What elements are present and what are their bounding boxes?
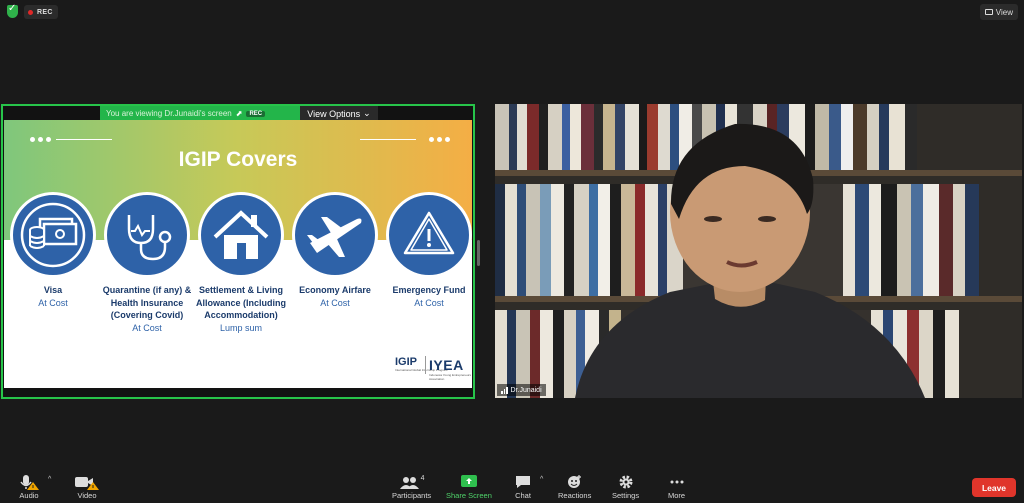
participant-video[interactable]: Dr.Junaidi bbox=[495, 104, 1022, 398]
slide-title: IGIP Covers bbox=[178, 148, 298, 171]
coverage-subtitle: At Cost bbox=[132, 322, 162, 333]
audio-label: Audio bbox=[19, 491, 39, 500]
more-button[interactable]: More bbox=[668, 473, 685, 500]
coverage-title: Emergency Fund bbox=[392, 285, 466, 295]
participant-name-tag: Dr.Junaidi bbox=[497, 384, 546, 396]
record-dot-icon bbox=[28, 9, 33, 15]
security-shield-icon[interactable] bbox=[7, 3, 18, 18]
decorative-dots-left bbox=[30, 137, 51, 142]
reactions-label: Reactions bbox=[558, 491, 592, 500]
participants-count: 4 bbox=[420, 474, 425, 482]
leave-button[interactable]: Leave bbox=[972, 478, 1016, 497]
house-icon bbox=[198, 192, 284, 278]
banner-rec-badge: REC bbox=[246, 110, 266, 117]
settings-button[interactable]: Settings bbox=[612, 473, 639, 500]
coverage-subtitle: At Cost bbox=[320, 297, 350, 308]
meeting-window: REC View You are viewing Dr.Junaidi's sc… bbox=[0, 0, 1024, 503]
video-button[interactable]: Video bbox=[74, 473, 100, 500]
coverage-item-quarantine: Quarantine (if any) & Health Insurance (… bbox=[97, 284, 197, 334]
share-screen-icon bbox=[460, 473, 477, 491]
more-label: More bbox=[668, 491, 686, 500]
smiley-plus-icon bbox=[567, 473, 583, 491]
participants-label: Participants bbox=[392, 491, 432, 500]
participants-button[interactable]: 4 Participants bbox=[392, 473, 432, 501]
coverage-title: Quarantine (if any) & Health Insurance (… bbox=[102, 285, 192, 320]
pointer-icon: ⬈ bbox=[235, 109, 243, 118]
view-button[interactable]: View bbox=[979, 4, 1018, 20]
coverage-subtitle: At Cost bbox=[38, 297, 68, 308]
decorative-line-right bbox=[360, 139, 416, 140]
reactions-button[interactable]: Reactions bbox=[558, 473, 591, 500]
share-screen-button[interactable]: Share Screen bbox=[446, 473, 492, 500]
microphone-warning-icon bbox=[18, 473, 40, 491]
chat-icon bbox=[515, 473, 531, 491]
audio-button[interactable]: Audio bbox=[18, 473, 40, 500]
presenter-silhouette bbox=[575, 123, 925, 398]
signal-strength-icon bbox=[501, 386, 508, 394]
coverage-item-visa: Visa At Cost bbox=[4, 284, 103, 309]
view-options-label: View Options bbox=[307, 108, 361, 119]
gear-icon bbox=[618, 473, 634, 491]
coverage-title: Visa bbox=[43, 285, 63, 295]
top-bar: REC View bbox=[0, 0, 1024, 24]
audio-options-caret[interactable]: ^ bbox=[48, 476, 51, 483]
money-icon bbox=[10, 192, 96, 278]
settings-label: Settings bbox=[612, 491, 640, 500]
iyea-logo: IYEA Indonesia Young Entrepreneurs Assoc… bbox=[429, 357, 472, 381]
participant-name: Dr.Junaidi bbox=[510, 386, 542, 394]
view-label: View bbox=[995, 7, 1013, 17]
coverage-item-airfare: Economy Airfare At Cost bbox=[285, 284, 385, 309]
stethoscope-icon bbox=[104, 192, 190, 278]
airplane-icon bbox=[292, 192, 378, 278]
warning-icon bbox=[386, 192, 472, 278]
coverage-subtitle: At Cost bbox=[414, 297, 444, 308]
logo-divider bbox=[425, 356, 426, 374]
sharing-banner-text: You are viewing Dr.Junaidi's screen bbox=[106, 109, 232, 118]
share-screen-label: Share Screen bbox=[446, 491, 492, 500]
camera-warning-icon bbox=[74, 473, 100, 491]
participants-icon: 4 bbox=[399, 473, 425, 491]
coverage-item-emergency: Emergency Fund At Cost bbox=[379, 284, 472, 309]
coverage-item-settlement: Settlement & Living Allowance (Including… bbox=[191, 284, 291, 334]
chat-options-caret[interactable]: ^ bbox=[540, 476, 543, 483]
iyea-logo-text: IYEA bbox=[429, 357, 464, 373]
view-options-button[interactable]: View Options ⌄ bbox=[300, 106, 378, 121]
sharing-banner: You are viewing Dr.Junaidi's screen ⬈ RE… bbox=[100, 106, 300, 121]
iyea-logo-tagline: Indonesia Young Entrepreneurs Associatio… bbox=[429, 373, 472, 381]
recording-indicator[interactable]: REC bbox=[24, 5, 58, 19]
video-label: Video bbox=[77, 491, 97, 500]
coverage-title: Settlement & Living Allowance (Including… bbox=[195, 285, 286, 320]
split-view-resize-handle[interactable] bbox=[477, 240, 480, 266]
chat-label: Chat bbox=[515, 491, 531, 500]
chevron-down-icon: ⌄ bbox=[363, 108, 371, 118]
recording-label: REC bbox=[37, 8, 53, 16]
decorative-line-left bbox=[56, 139, 112, 140]
chat-button[interactable]: Chat bbox=[515, 473, 531, 500]
meeting-toolbar: Audio ^ Video 4 Participants Share Scree… bbox=[0, 469, 1024, 503]
igip-logo-text: IGIP bbox=[395, 356, 418, 368]
coverage-subtitle: Lump sum bbox=[219, 322, 263, 333]
shared-screen[interactable]: You are viewing Dr.Junaidi's screen ⬈ RE… bbox=[1, 104, 475, 399]
decorative-dots-right bbox=[429, 137, 450, 142]
grid-icon bbox=[984, 9, 993, 15]
presentation-slide: IGIP Covers Visa At Cost Quarantine (if … bbox=[4, 120, 472, 388]
more-dots-icon bbox=[669, 473, 685, 491]
coverage-title: Economy Airfare bbox=[299, 285, 371, 295]
